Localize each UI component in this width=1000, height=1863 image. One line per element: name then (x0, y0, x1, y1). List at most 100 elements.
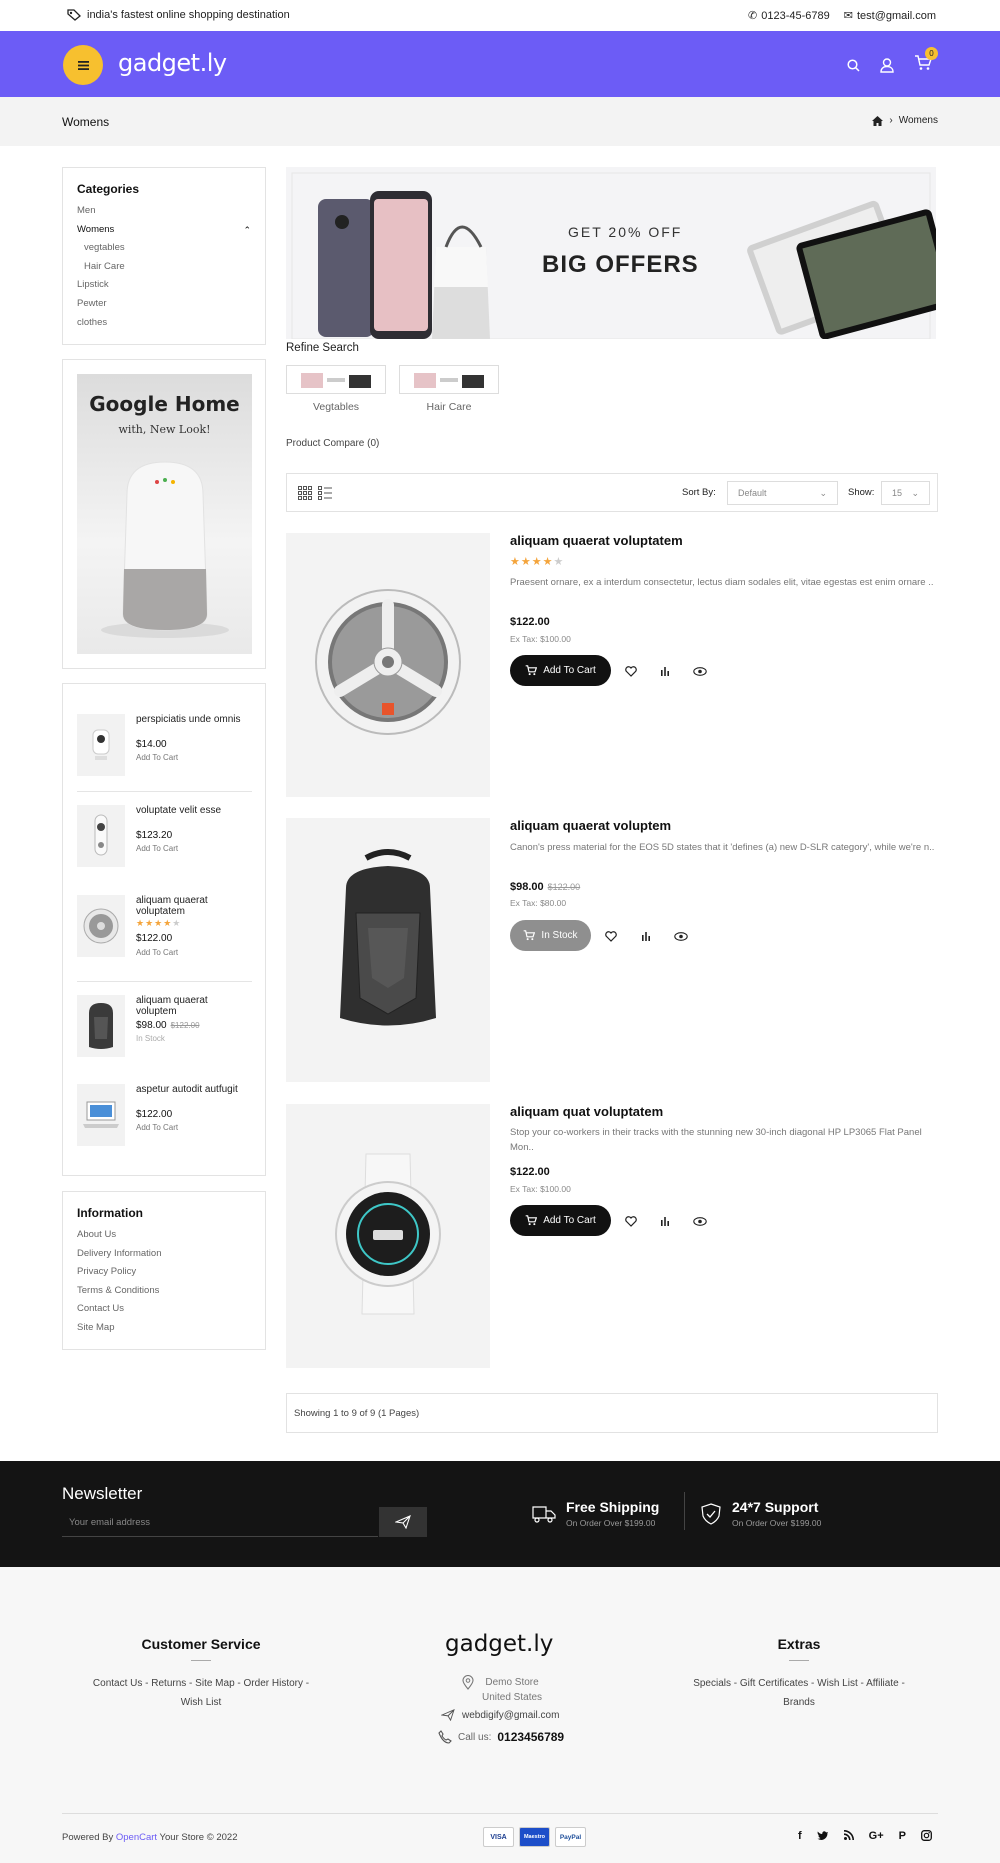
info-link[interactable]: Privacy Policy (77, 1263, 251, 1282)
refine-label[interactable]: Vegtables (286, 401, 386, 413)
product-name[interactable]: aspetur autodit autfugit (136, 1084, 246, 1095)
info-link[interactable]: About Us (77, 1226, 251, 1245)
category-hair-care[interactable]: Hair Care (77, 258, 251, 277)
in-stock-button[interactable]: In Stock (510, 920, 591, 951)
wishlist-heart-icon[interactable] (623, 1213, 639, 1229)
banner-headline: BIG OFFERS (542, 251, 699, 278)
email-link[interactable]: ✉ test@gmail.com (844, 9, 936, 23)
user-icon[interactable] (880, 58, 894, 73)
sidebar-product[interactable]: perspiciatis unde omnis $14.00 Add To Ca… (77, 714, 252, 786)
product-name[interactable]: aliquam quaerat voluptatem (136, 895, 246, 917)
footer-link[interactable]: Site Map (195, 1678, 234, 1689)
category-lipstick[interactable]: Lipstick (77, 276, 251, 295)
footer-link[interactable]: Affiliate (866, 1678, 899, 1689)
category-clothes[interactable]: clothes (77, 314, 251, 333)
sidebar-product[interactable]: aspetur autodit autfugit $122.00 Add To … (77, 1084, 252, 1156)
product-title[interactable]: aliquam quaerat voluptatem (510, 533, 683, 548)
quick-view-eye-icon[interactable] (692, 1213, 708, 1229)
breadcrumb-current[interactable]: Womens (899, 115, 938, 126)
refine-label[interactable]: Hair Care (399, 401, 499, 413)
product-name[interactable]: aliquam quaerat voluptem (136, 995, 246, 1017)
category-men[interactable]: Men (77, 202, 251, 221)
opencart-link[interactable]: OpenCart (116, 1832, 157, 1843)
site-logo[interactable]: gadget.ly (118, 49, 227, 77)
footer-link[interactable]: Contact Us (93, 1678, 142, 1689)
product-price: $98.00 (510, 881, 544, 893)
grid-view-icon[interactable] (298, 486, 312, 500)
promo-banner[interactable]: Google Home with, New Look! (77, 374, 252, 654)
facebook-icon[interactable]: f (798, 1830, 802, 1842)
footer-link[interactable]: Wish List (181, 1697, 222, 1708)
compare-bars-icon[interactable] (657, 1213, 673, 1229)
footer-link[interactable]: Specials (693, 1678, 731, 1689)
compare-bars-icon[interactable] (638, 928, 654, 944)
info-link[interactable]: Contact Us (77, 1300, 251, 1319)
footer-email[interactable]: webdigify@gmail.com (441, 1709, 559, 1721)
product-image[interactable] (286, 818, 490, 1082)
list-view-icon[interactable] (318, 486, 332, 500)
breadcrumb-bar: Womens › Womens (0, 97, 1000, 146)
footer-link[interactable]: Returns (151, 1678, 186, 1689)
instagram-icon[interactable] (921, 1830, 932, 1841)
wishlist-heart-icon[interactable] (623, 663, 639, 679)
category-vegtables[interactable]: vegtables (77, 239, 251, 258)
product-price-group: $98.00 $122.00 (510, 881, 580, 893)
quick-view-eye-icon[interactable] (673, 928, 689, 944)
product-thumbnail[interactable] (77, 995, 125, 1057)
add-to-cart-button[interactable]: Add To Cart (510, 655, 611, 686)
footer-phone[interactable]: Call us: 0123456789 (438, 1730, 564, 1744)
info-link[interactable]: Site Map (77, 1319, 251, 1338)
product-image[interactable] (286, 1104, 490, 1368)
phone-link[interactable]: ✆ 0123-45-6789 (748, 9, 830, 23)
twitter-icon[interactable] (817, 1830, 829, 1841)
sidebar-product[interactable]: aliquam quaerat voluptatem ★★★★★ $122.00… (77, 895, 252, 967)
product-compare-link[interactable]: Product Compare (0) (286, 438, 379, 449)
footer-logo[interactable]: gadget.ly (445, 1631, 553, 1657)
phone-icon (438, 1730, 452, 1744)
sidebar-product[interactable]: aliquam quaerat voluptem $98.00 $122.00 I… (77, 995, 252, 1067)
product-thumbnail[interactable] (77, 805, 125, 867)
quick-view-eye-icon[interactable] (692, 663, 708, 679)
rss-icon[interactable] (843, 1830, 854, 1840)
cart-button[interactable]: 0 (914, 47, 938, 76)
footer-link[interactable]: Brands (783, 1697, 815, 1708)
footer-link[interactable]: Gift Certificates (740, 1678, 808, 1689)
product-image[interactable] (286, 533, 490, 797)
product-thumbnail[interactable] (77, 895, 125, 957)
refine-thumb-hair-care[interactable] (399, 365, 499, 394)
add-to-cart-button[interactable]: Add To Cart (510, 1205, 611, 1236)
offer-banner[interactable]: GET 20% OFF BIG OFFERS (286, 167, 936, 339)
newsletter-email-input[interactable]: Your email address (62, 1507, 378, 1537)
info-link[interactable]: Terms & Conditions (77, 1282, 251, 1301)
newsletter-submit-button[interactable] (379, 1507, 427, 1537)
search-icon[interactable] (847, 59, 860, 72)
sort-select[interactable]: Default ⌄ (727, 481, 838, 505)
product-title[interactable]: aliquam quaerat voluptem (510, 818, 671, 833)
add-to-cart-link[interactable]: Add To Cart (136, 948, 178, 957)
speaker-product-image (83, 908, 119, 944)
google-plus-icon[interactable]: G+ (869, 1830, 884, 1842)
home-icon[interactable] (872, 115, 884, 126)
product-thumbnail[interactable] (77, 714, 125, 776)
footer-link[interactable]: Order History (244, 1678, 303, 1689)
menu-button[interactable] (63, 45, 103, 85)
chevron-up-icon[interactable]: ⌃ (243, 221, 251, 240)
category-womens[interactable]: Womens ⌃ (77, 221, 251, 240)
product-thumbnail[interactable] (77, 1084, 125, 1146)
compare-bars-icon[interactable] (657, 663, 673, 679)
add-to-cart-link[interactable]: Add To Cart (136, 1123, 178, 1132)
product-name[interactable]: voluptate velit esse (136, 805, 246, 816)
show-select[interactable]: 15 ⌄ (881, 481, 930, 505)
add-to-cart-link[interactable]: Add To Cart (136, 844, 178, 853)
category-pewter[interactable]: Pewter (77, 295, 251, 314)
refine-thumb-vegtables[interactable] (286, 365, 386, 394)
pinterest-icon[interactable]: P (899, 1830, 906, 1842)
product-title[interactable]: aliquam quat voluptatem (510, 1104, 663, 1119)
sidebar-product[interactable]: voluptate velit esse $123.20 Add To Cart (77, 805, 252, 877)
info-link[interactable]: Delivery Information (77, 1245, 251, 1264)
add-to-cart-link[interactable]: Add To Cart (136, 753, 178, 762)
wishlist-heart-icon[interactable] (603, 928, 619, 944)
footer-link[interactable]: Wish List (817, 1678, 858, 1689)
product-name[interactable]: perspiciatis unde omnis (136, 714, 246, 725)
feature-support: 24*7 Support On Order Over $199.00 (700, 1499, 821, 1528)
